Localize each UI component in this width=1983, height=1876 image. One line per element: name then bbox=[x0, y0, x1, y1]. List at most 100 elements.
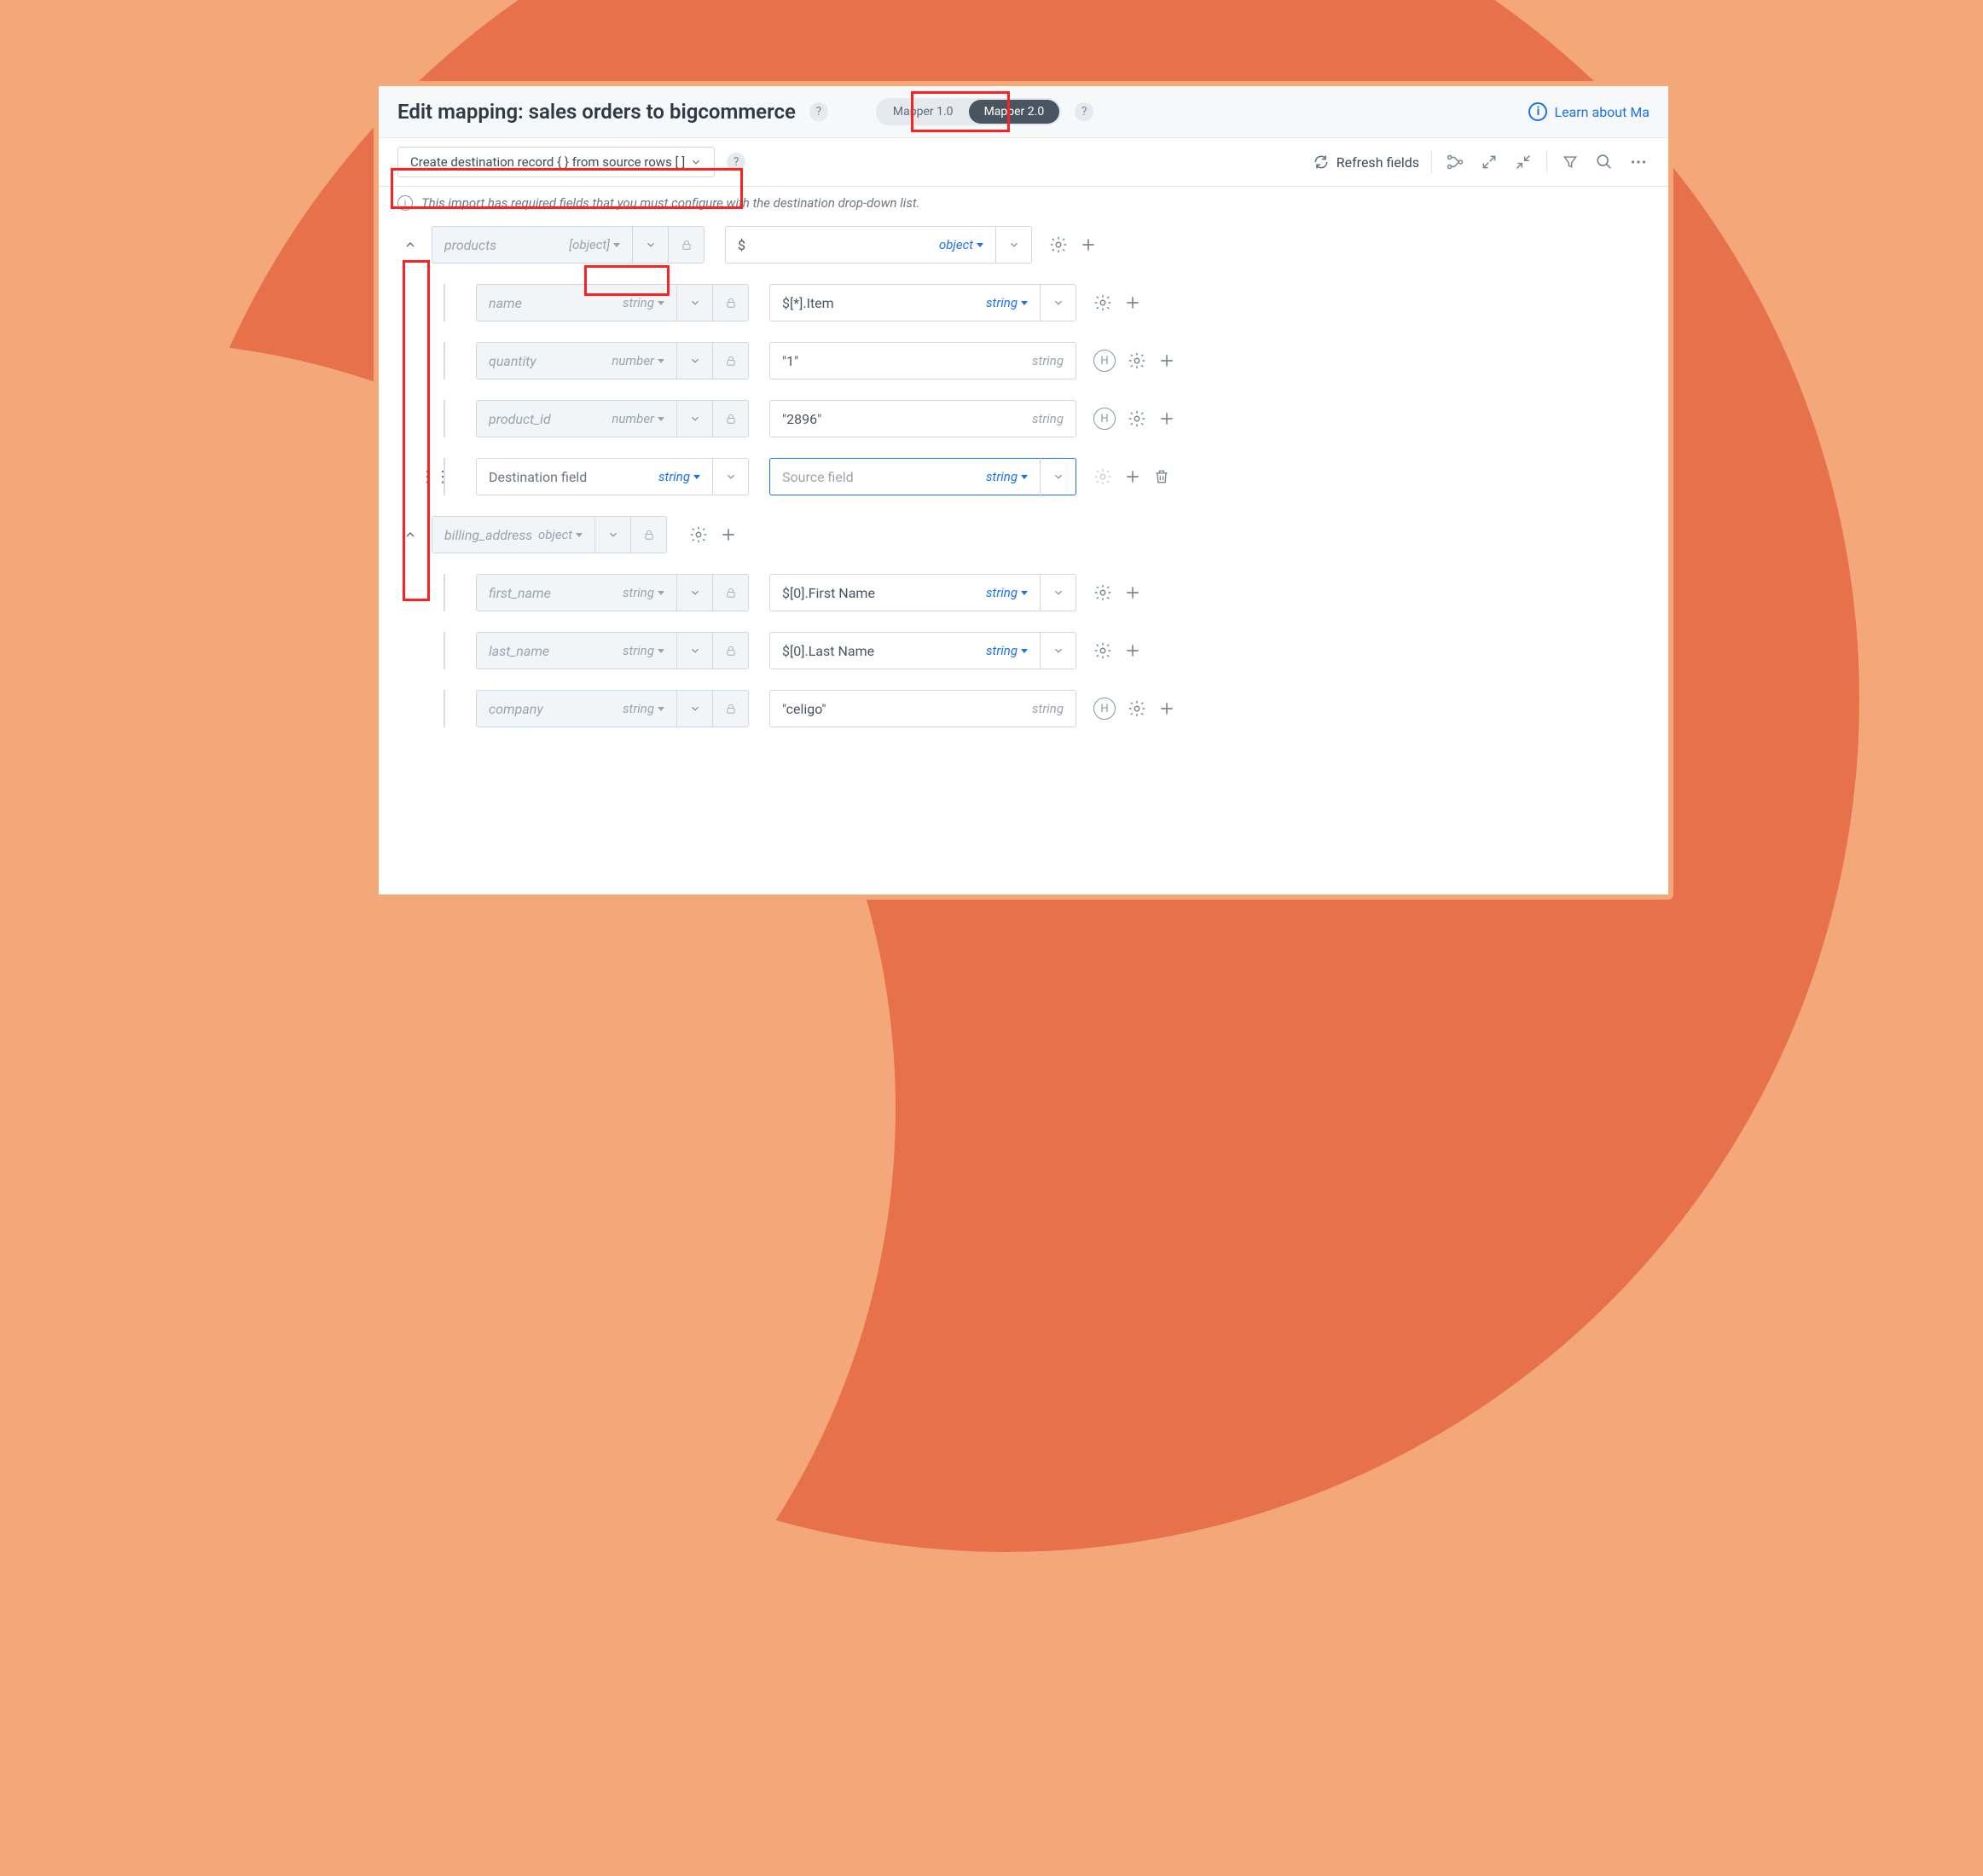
dest-dropdown[interactable] bbox=[676, 690, 712, 727]
add-icon[interactable] bbox=[1158, 410, 1175, 427]
mapping-row-name: namestring $[*].Itemstring bbox=[397, 284, 1650, 321]
mapping-row-billing-address: billing_addressobject bbox=[397, 516, 1650, 553]
dest-field[interactable]: companystring bbox=[476, 690, 749, 727]
lock-icon bbox=[712, 632, 748, 669]
dest-dropdown[interactable] bbox=[676, 574, 712, 611]
source-dropdown[interactable] bbox=[1040, 458, 1076, 495]
learn-link[interactable]: Learn about Ma bbox=[1554, 104, 1650, 120]
info-icon: i bbox=[1528, 102, 1547, 121]
chevron-down-icon bbox=[690, 156, 702, 168]
mapping-row-product-id: product_idnumber "2896"string H bbox=[397, 400, 1650, 437]
mapping-row-last-name: last_namestring $[0].Last Namestring bbox=[397, 632, 1650, 669]
mapping-row-first-name: first_namestring $[0].First Namestring bbox=[397, 574, 1650, 611]
source-field[interactable]: "celigo"string bbox=[769, 690, 1076, 727]
settings-icon[interactable] bbox=[1093, 293, 1112, 312]
source-field[interactable]: Source fieldstring bbox=[769, 458, 1076, 495]
dest-field[interactable]: products [object] bbox=[432, 226, 704, 263]
page-title: Edit mapping: sales orders to bigcommerc… bbox=[397, 100, 796, 124]
refresh-icon bbox=[1313, 153, 1330, 171]
refresh-label: Refresh fields bbox=[1336, 154, 1419, 171]
settings-icon[interactable] bbox=[1128, 699, 1146, 718]
add-icon[interactable] bbox=[1124, 584, 1141, 601]
settings-icon[interactable] bbox=[1128, 351, 1146, 370]
help-icon[interactable]: ? bbox=[1075, 102, 1093, 121]
dest-field[interactable]: Destination fieldstring bbox=[476, 458, 749, 495]
divider bbox=[1546, 151, 1547, 173]
source-field[interactable]: "1"string bbox=[769, 342, 1076, 379]
dest-field[interactable]: first_namestring bbox=[476, 574, 749, 611]
source-type-tag[interactable]: object bbox=[939, 237, 983, 252]
hardcoded-badge: H bbox=[1093, 698, 1116, 720]
mapper-version-toggle: Mapper 1.0 Mapper 2.0 bbox=[876, 98, 1061, 125]
dest-field[interactable]: product_idnumber bbox=[476, 400, 749, 437]
settings-icon[interactable] bbox=[1093, 583, 1112, 602]
dest-dropdown[interactable] bbox=[594, 516, 630, 553]
lock-icon bbox=[668, 226, 704, 263]
lock-icon bbox=[712, 690, 748, 727]
add-icon[interactable] bbox=[1158, 352, 1175, 369]
filter-icon[interactable] bbox=[1559, 151, 1581, 173]
collapse-toggle[interactable] bbox=[403, 238, 417, 252]
tree-view-icon[interactable] bbox=[1444, 151, 1466, 173]
settings-icon[interactable] bbox=[689, 525, 708, 544]
dest-dropdown[interactable] bbox=[712, 458, 748, 495]
dest-field[interactable]: namestring bbox=[476, 284, 749, 321]
delete-icon[interactable] bbox=[1153, 467, 1170, 486]
source-dropdown[interactable] bbox=[1040, 574, 1076, 611]
collapse-icon[interactable] bbox=[1512, 151, 1534, 173]
source-dropdown[interactable] bbox=[1040, 284, 1076, 321]
settings-icon[interactable] bbox=[1128, 409, 1146, 428]
search-icon[interactable] bbox=[1593, 151, 1615, 173]
collapse-toggle[interactable] bbox=[403, 528, 417, 541]
source-field[interactable]: "2896"string bbox=[769, 400, 1076, 437]
dest-type-tag[interactable]: [object] bbox=[569, 237, 620, 252]
source-value: $ bbox=[738, 237, 932, 253]
dest-dropdown[interactable] bbox=[676, 342, 712, 379]
titlebar: Edit mapping: sales orders to bigcommerc… bbox=[379, 86, 1668, 138]
dest-field-name: products bbox=[444, 237, 562, 253]
mapping-row-products: products [object] $ object bbox=[397, 226, 1650, 263]
dest-field[interactable]: quantitynumber bbox=[476, 342, 749, 379]
lock-icon bbox=[712, 400, 748, 437]
dest-dropdown[interactable] bbox=[676, 400, 712, 437]
source-field[interactable]: $[0].First Namestring bbox=[769, 574, 1076, 611]
dest-select-label: Create destination record { } from sourc… bbox=[410, 154, 685, 170]
add-icon[interactable] bbox=[1124, 642, 1141, 659]
add-icon[interactable] bbox=[1080, 236, 1097, 253]
help-icon[interactable]: ? bbox=[809, 102, 828, 121]
help-icon[interactable]: ? bbox=[727, 153, 745, 171]
mapping-rows: products [object] $ object bbox=[379, 219, 1668, 767]
dest-dropdown[interactable] bbox=[676, 632, 712, 669]
mapping-row-company: companystring "celigo"string H bbox=[397, 690, 1650, 727]
dest-dropdown[interactable] bbox=[632, 226, 668, 263]
source-field[interactable]: $[*].Itemstring bbox=[769, 284, 1076, 321]
dest-field[interactable]: last_namestring bbox=[476, 632, 749, 669]
divider bbox=[1431, 151, 1432, 173]
hardcoded-badge: H bbox=[1093, 408, 1116, 430]
add-icon[interactable] bbox=[1158, 700, 1175, 717]
destination-record-select[interactable]: Create destination record { } from sourc… bbox=[397, 147, 715, 177]
required-fields-notice: i This import has required fields that y… bbox=[379, 187, 1668, 219]
lock-icon bbox=[712, 574, 748, 611]
dest-dropdown[interactable] bbox=[676, 284, 712, 321]
add-icon[interactable] bbox=[720, 526, 737, 543]
source-dropdown[interactable] bbox=[1040, 632, 1076, 669]
refresh-fields-button[interactable]: Refresh fields bbox=[1313, 153, 1419, 171]
hardcoded-badge: H bbox=[1093, 350, 1116, 372]
notice-text: This import has required fields that you… bbox=[421, 195, 919, 211]
source-field[interactable]: $ object bbox=[725, 226, 1032, 263]
source-dropdown[interactable] bbox=[995, 226, 1031, 263]
dest-field[interactable]: billing_addressobject bbox=[432, 516, 667, 553]
drag-handle[interactable]: ⋮⋮ bbox=[420, 468, 435, 486]
settings-icon[interactable] bbox=[1049, 235, 1068, 254]
lock-icon bbox=[630, 516, 666, 553]
toolbar: Create destination record { } from sourc… bbox=[379, 138, 1668, 187]
add-icon[interactable] bbox=[1124, 294, 1141, 311]
expand-icon[interactable] bbox=[1478, 151, 1500, 173]
tab-mapper-1[interactable]: Mapper 1.0 bbox=[878, 100, 969, 124]
source-field[interactable]: $[0].Last Namestring bbox=[769, 632, 1076, 669]
settings-icon[interactable] bbox=[1093, 641, 1112, 660]
add-icon[interactable] bbox=[1124, 468, 1141, 485]
more-icon[interactable] bbox=[1627, 151, 1650, 173]
tab-mapper-2[interactable]: Mapper 2.0 bbox=[969, 100, 1060, 124]
